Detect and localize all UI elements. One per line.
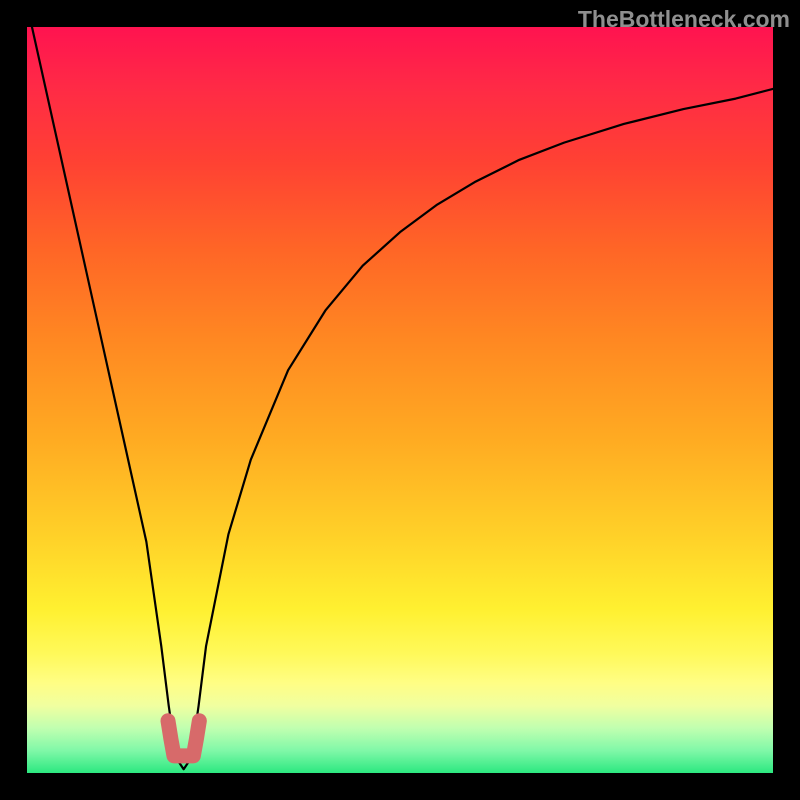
- watermark-text: TheBottleneck.com: [578, 6, 790, 33]
- notch-marker: [27, 27, 773, 773]
- chart-area: [27, 27, 773, 773]
